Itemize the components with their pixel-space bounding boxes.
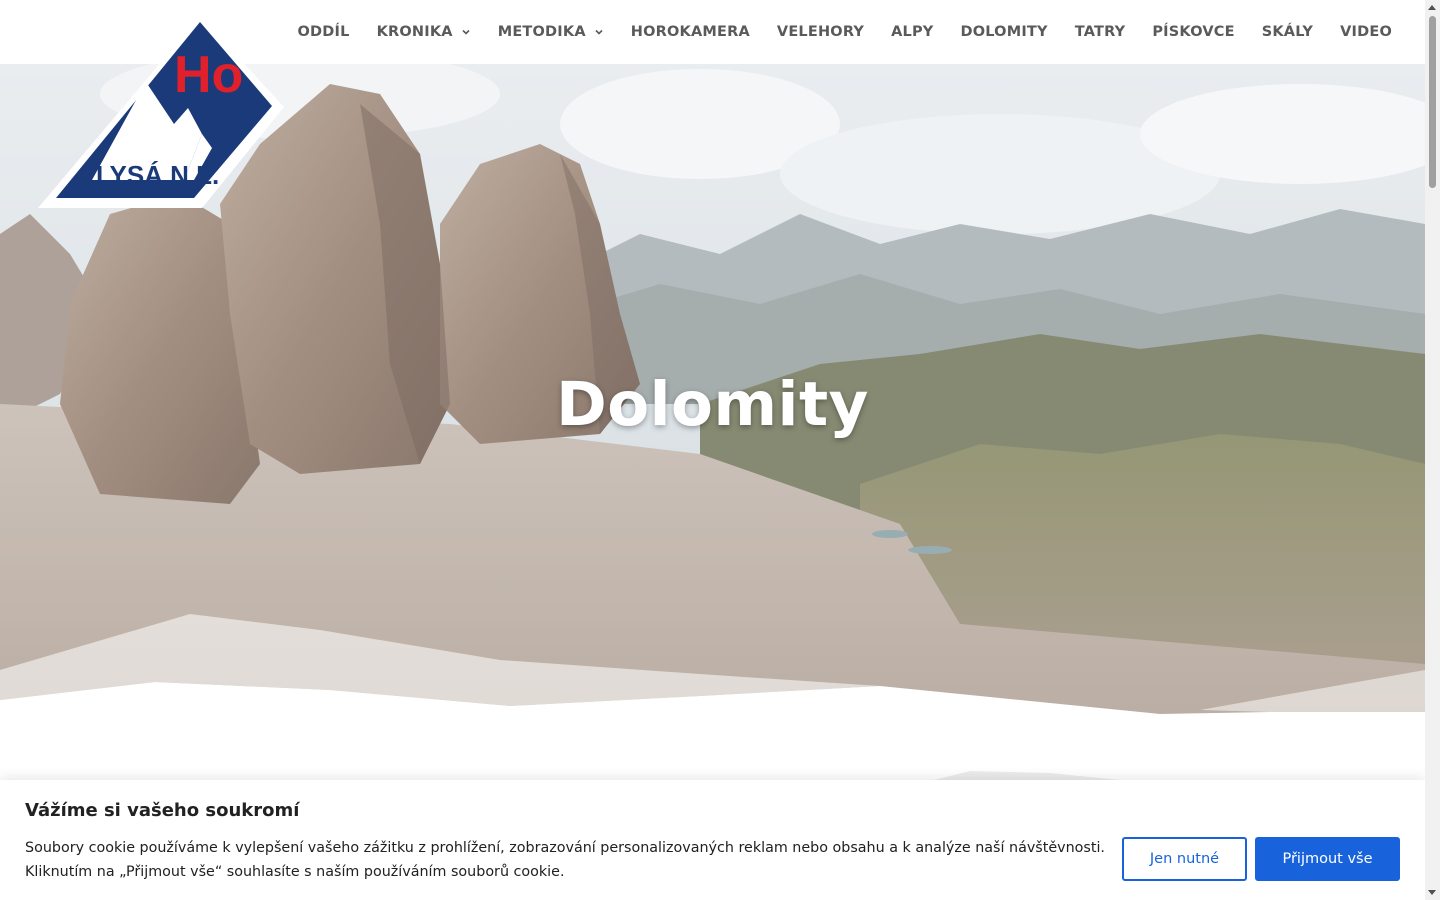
accept-all-button[interactable]: Přijmout vše xyxy=(1255,837,1400,881)
hero-bottom-divider xyxy=(0,614,1425,740)
nav-item-label: METODIKA xyxy=(497,24,586,40)
nav-item-label: KRONIKA xyxy=(376,24,453,40)
cookie-text-line: Soubory cookie používáme k vylepšení vaš… xyxy=(25,840,1105,856)
cookie-consent-banner: Vážíme si vašeho soukromí Soubory cookie… xyxy=(0,780,1425,900)
necessary-only-button[interactable]: Jen nutné xyxy=(1122,837,1247,881)
chevron-down-icon xyxy=(462,29,470,35)
nav-item-label: TATRY xyxy=(1074,24,1126,40)
nav-item-label: PÍSKOVCE xyxy=(1152,24,1235,40)
nav-item-label: VELEHORY xyxy=(776,24,865,40)
nav-item-label: DOLOMITY xyxy=(960,24,1048,40)
nav-item-velehory[interactable]: VELEHORY xyxy=(777,24,864,40)
chevron-down-icon xyxy=(595,29,603,35)
hero-title: Dolomity xyxy=(556,369,869,440)
nav-item-oddil[interactable]: ODDÍL xyxy=(298,24,350,40)
nav-item-piskovce[interactable]: PÍSKOVCE xyxy=(1152,24,1234,40)
logo-place: LYSÁ N.L. xyxy=(96,160,219,190)
cookie-title: Vážíme si vašeho soukromí xyxy=(25,800,300,821)
nav-item-dolomity[interactable]: DOLOMITY xyxy=(961,24,1048,40)
nav-item-label: SKÁLY xyxy=(1261,24,1314,40)
scroll-thumb[interactable] xyxy=(1429,16,1436,188)
cookie-text-line: Kliknutím na „Přijmout vše“ souhlasíte s… xyxy=(25,864,565,880)
nav-item-video[interactable]: VIDEO xyxy=(1340,24,1392,40)
nav-item-kronika[interactable]: KRONIKA xyxy=(377,24,471,40)
scroll-up-arrow-icon[interactable] xyxy=(1428,5,1436,10)
nav-item-horokamera[interactable]: HOROKAMERA xyxy=(631,24,750,40)
main-nav: ODDÍL KRONIKA METODIKA HOROKAMERA VELEHO… xyxy=(271,0,1392,64)
nav-item-alpy[interactable]: ALPY xyxy=(891,24,933,40)
cookie-description: Soubory cookie používáme k vylepšení vaš… xyxy=(25,836,1105,884)
nav-item-label: ALPY xyxy=(891,24,934,40)
nav-item-tatry[interactable]: TATRY xyxy=(1075,24,1126,40)
nav-item-label: ODDÍL xyxy=(297,24,350,40)
site-logo[interactable]: Ho LYSÁ N.L. xyxy=(34,12,286,212)
nav-item-label: VIDEO xyxy=(1340,24,1392,40)
page-scrollbar[interactable] xyxy=(1425,0,1440,900)
logo-initials: Ho xyxy=(174,46,243,104)
logo-mark: Ho LYSÁ N.L. xyxy=(38,16,284,208)
nav-item-label: HOROKAMERA xyxy=(630,24,750,40)
scroll-down-arrow-icon[interactable] xyxy=(1428,890,1436,895)
nav-item-metodika[interactable]: METODIKA xyxy=(498,24,604,40)
nav-item-skaly[interactable]: SKÁLY xyxy=(1262,24,1313,40)
